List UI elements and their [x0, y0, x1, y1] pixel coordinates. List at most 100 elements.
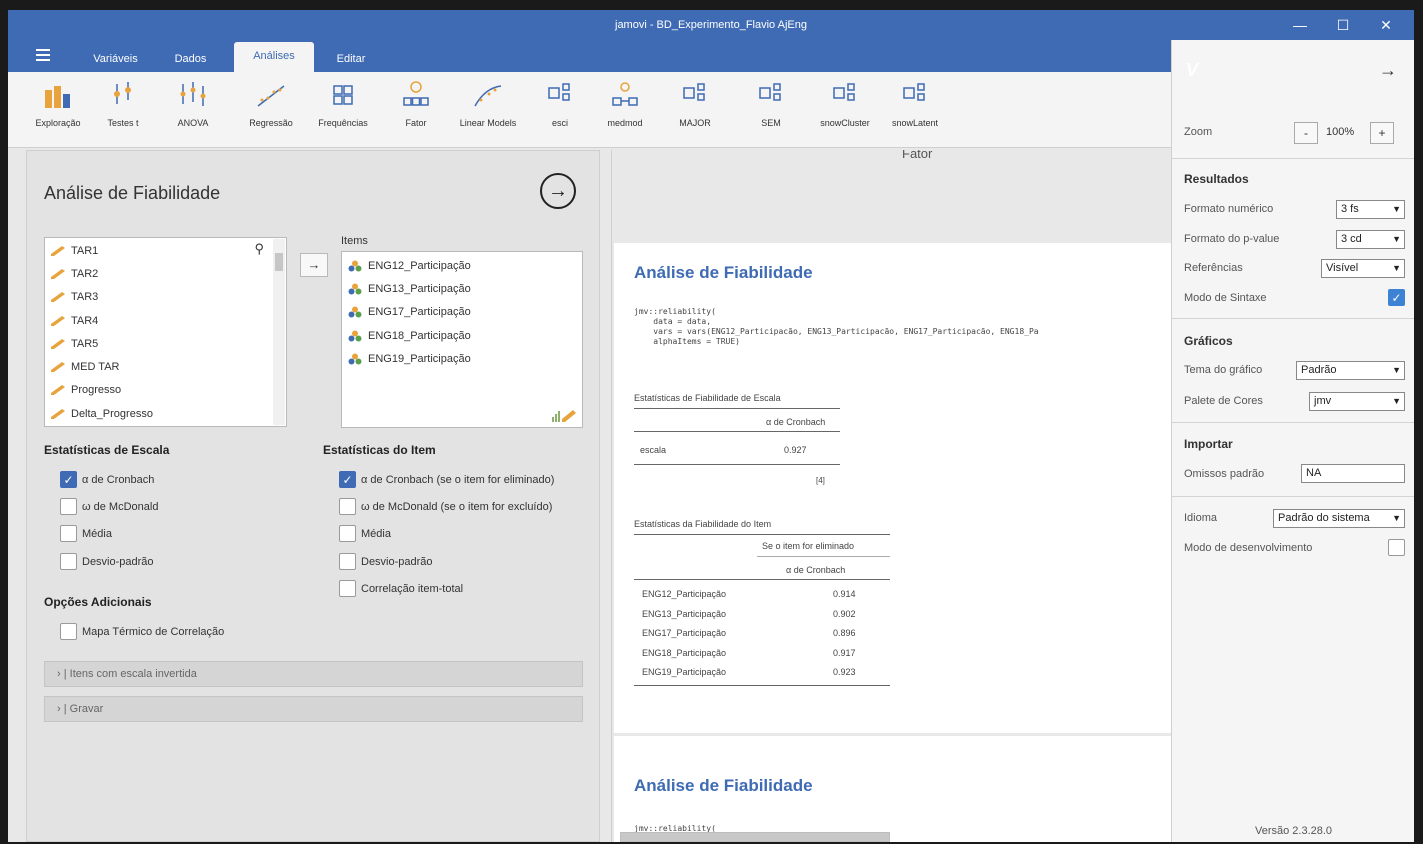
scale-footnote: [4]: [816, 476, 825, 485]
item-sd-checkbox[interactable]: Desvio-padrão: [339, 553, 433, 570]
variable-item[interactable]: TAR4: [45, 309, 286, 332]
dev-mode-checkbox[interactable]: [1388, 539, 1405, 556]
scale-stats-heading: Estatísticas de Escala: [44, 443, 170, 457]
chevron-down-icon: ▼: [1392, 204, 1401, 214]
maximize-button[interactable]: ☐: [1323, 10, 1363, 40]
syntax-mode-checkbox[interactable]: ✓: [1388, 289, 1405, 306]
continuous-variable-icon: [51, 362, 65, 373]
ribbon-linear-models[interactable]: Linear Models: [452, 78, 524, 128]
item-entry[interactable]: ENG19_Participação: [342, 347, 582, 370]
item-table-group-header: Se o item for eliminado: [762, 541, 855, 551]
checkmark-icon: ✓: [339, 471, 356, 488]
reverse-items-section[interactable]: › | Itens com escala invertida: [44, 661, 583, 687]
item-row-label: ENG18_Participação: [642, 648, 727, 658]
mcdonald-omega-checkbox[interactable]: ω de McDonald: [60, 498, 158, 515]
anova-icon: [180, 82, 206, 106]
continuous-variable-icon: [51, 408, 65, 419]
search-icon[interactable]: ⚲: [254, 241, 264, 257]
tab-analises[interactable]: Análises: [234, 42, 314, 72]
scale-row-label: escala: [640, 445, 667, 455]
scale-mean-checkbox[interactable]: Média: [60, 525, 112, 542]
chevron-down-icon: ▼: [1392, 513, 1401, 523]
pvalue-format-select[interactable]: 3 cd ▼: [1336, 230, 1405, 249]
variable-item[interactable]: TAR2: [45, 262, 286, 285]
results-horizontal-scrollbar[interactable]: [620, 832, 890, 842]
reliability-result-2[interactable]: Análise de Fiabilidade jmv::reliability(: [614, 736, 1172, 842]
results-panel: Fator Análise de Fiabilidade jmv::reliab…: [611, 150, 1172, 842]
close-settings-button[interactable]: →: [1379, 60, 1397, 81]
module-icon: [548, 83, 570, 101]
scale-sd-checkbox[interactable]: Desvio-padrão: [60, 553, 154, 570]
continuous-variable-icon: [51, 268, 65, 279]
tab-editar[interactable]: Editar: [326, 48, 376, 72]
item-entry[interactable]: ENG17_Participação: [342, 301, 582, 324]
jamovi-logo: V: [1186, 60, 1199, 80]
ribbon-esci[interactable]: esci: [538, 78, 582, 128]
chevron-down-icon: ▼: [1392, 263, 1401, 273]
ribbon-major[interactable]: MAJOR: [673, 78, 717, 128]
omega-if-deleted-checkbox[interactable]: ω de McDonald (se o item for excluído): [339, 498, 552, 515]
variables-scrollbar[interactable]: [273, 239, 285, 425]
item-total-correlation-checkbox[interactable]: Correlação item-total: [339, 580, 463, 597]
reliability-result[interactable]: Análise de Fiabilidade jmv::reliability(…: [614, 243, 1172, 733]
variable-item[interactable]: Progresso: [45, 379, 286, 402]
version-text: Versão 2.3.28.0: [1254, 825, 1333, 837]
factor-icon: [403, 81, 429, 106]
medmod-icon: [612, 82, 638, 106]
variables-list[interactable]: ⚲ TAR1 TAR2 TAR3 TAR4 TAR5 MED TAR Progr…: [44, 237, 287, 427]
item-entry[interactable]: ENG13_Participação: [342, 277, 582, 300]
variable-item[interactable]: TAR5: [45, 332, 286, 355]
number-format-select[interactable]: 3 fs ▼: [1336, 200, 1405, 219]
hide-options-button[interactable]: →: [540, 173, 576, 209]
minimize-button[interactable]: —: [1280, 10, 1320, 40]
menu-icon[interactable]: [36, 49, 50, 61]
tab-dados[interactable]: Dados: [163, 48, 218, 72]
nominal-variable-icon: [348, 260, 362, 272]
settings-panel: V → Zoom - 100% + Resultados Formato num…: [1171, 40, 1414, 842]
save-section[interactable]: › | Gravar: [44, 696, 583, 722]
ribbon-regressao[interactable]: Regressão: [242, 78, 300, 128]
item-mean-checkbox[interactable]: Média: [339, 525, 391, 542]
item-row-value: 0.896: [833, 628, 856, 638]
ribbon-exploracao[interactable]: Exploração: [28, 78, 88, 128]
variable-item[interactable]: TAR1: [45, 239, 286, 262]
ribbon-frequencias[interactable]: Frequências: [310, 78, 376, 128]
ribbon-fator[interactable]: Fator: [391, 78, 441, 128]
zoom-out-button[interactable]: -: [1294, 122, 1318, 144]
scale-table-col: α de Cronbach: [766, 417, 826, 427]
item-entry[interactable]: ENG18_Participação: [342, 324, 582, 347]
linear-models-icon: [474, 85, 502, 107]
ribbon-testes-t[interactable]: Testes t: [98, 78, 148, 128]
zoom-value: 100%: [1326, 126, 1355, 138]
ribbon-sem[interactable]: SEM: [749, 78, 793, 128]
variable-item[interactable]: MED TAR: [45, 355, 286, 378]
palette-select[interactable]: jmv ▼: [1309, 392, 1405, 411]
close-window-button[interactable]: ✕: [1366, 10, 1406, 40]
syntax-mode-label: Modo de Sintaxe: [1184, 292, 1267, 304]
nominal-variable-icon: [348, 283, 362, 295]
zoom-in-button[interactable]: +: [1370, 122, 1394, 144]
item-row-value: 0.917: [833, 648, 856, 658]
ribbon-snowlatent[interactable]: snowLatent: [883, 78, 947, 128]
references-select[interactable]: Visível ▼: [1321, 259, 1405, 278]
continuous-variable-icon: [51, 338, 65, 349]
variable-item[interactable]: Delta_Progresso: [45, 402, 286, 425]
tab-variaveis[interactable]: Variáveis: [83, 48, 148, 72]
ribbon-medmod[interactable]: medmod: [600, 78, 650, 128]
cronbach-alpha-checkbox[interactable]: ✓ α de Cronbach: [60, 471, 154, 488]
language-select[interactable]: Padrão do sistema ▼: [1273, 509, 1405, 528]
move-to-items-button[interactable]: →: [300, 253, 328, 277]
continuous-variable-icon: [51, 245, 65, 256]
missing-values-input[interactable]: NA: [1301, 464, 1405, 483]
item-row-label: ENG13_Participação: [642, 609, 727, 619]
correlation-heatmap-checkbox[interactable]: Mapa Térmico de Correlação: [60, 623, 224, 640]
theme-select[interactable]: Padrão ▼: [1296, 361, 1405, 380]
ribbon-anova[interactable]: ANOVA: [168, 78, 218, 128]
items-list[interactable]: ENG12_Participação ENG13_Participação EN…: [341, 251, 583, 428]
alpha-if-deleted-checkbox[interactable]: ✓ α de Cronbach (se o item for eliminado): [339, 471, 554, 488]
item-entry[interactable]: ENG12_Participação: [342, 254, 582, 277]
item-row-label: ENG19_Participação: [642, 667, 727, 677]
variable-item[interactable]: TAR3: [45, 286, 286, 309]
ribbon-snowcluster[interactable]: snowCluster: [813, 78, 877, 128]
chevron-down-icon: ▼: [1392, 365, 1401, 375]
